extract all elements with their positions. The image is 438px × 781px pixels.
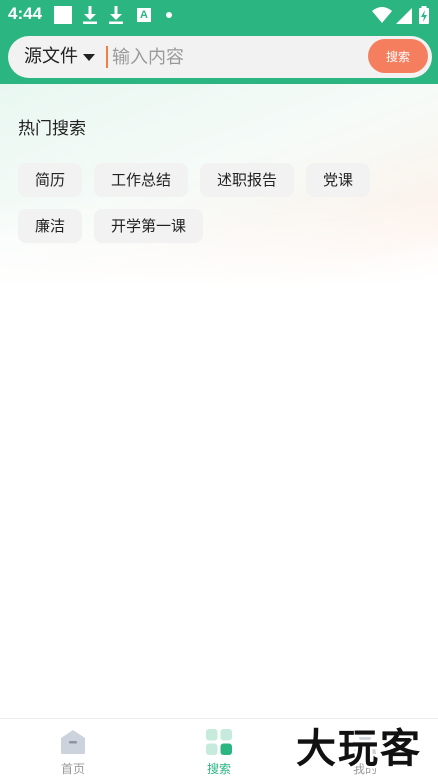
text-cursor (106, 46, 108, 68)
source-dropdown-label: 源文件 (24, 46, 78, 67)
hot-search-tag[interactable]: 简历 (18, 163, 83, 197)
hot-search-tag[interactable]: 开学第一课 (94, 209, 204, 243)
a-icon: A (137, 8, 151, 22)
hot-search-tag[interactable]: 述职报告 (200, 163, 295, 197)
svg-text:大玩客: 大玩客 (296, 726, 422, 772)
hot-search-tag[interactable]: 党课 (306, 163, 371, 197)
hot-search-tag[interactable]: 廉洁 (18, 209, 83, 243)
nav-search-label: 搜索 (206, 762, 231, 776)
wifi-icon (372, 7, 392, 23)
watermark-logo: 大玩客 大玩客 (296, 724, 423, 773)
hot-search-tags: 简历 工作总结 述职报告 党课 廉洁 开学第一课 (18, 163, 422, 243)
search-bar: 源文件 搜索 (8, 36, 432, 78)
caret-down-icon (83, 53, 95, 61)
notification-square-icon (54, 6, 72, 24)
download-icon (109, 6, 123, 24)
home-icon (61, 730, 85, 754)
nav-search[interactable]: 搜索 (146, 719, 292, 781)
download-icon (83, 6, 97, 24)
dot-icon (166, 12, 172, 18)
search-input[interactable] (112, 42, 362, 72)
status-bar: 4:44 A (0, 0, 438, 30)
hot-search-title: 热门搜索 (18, 119, 86, 139)
signal-icon (396, 8, 412, 24)
search-grid-icon (206, 729, 232, 755)
source-dropdown[interactable]: 源文件 (24, 44, 95, 70)
hot-search-tag[interactable]: 工作总结 (94, 163, 189, 197)
search-button[interactable]: 搜索 (368, 39, 428, 73)
nav-home-label: 首页 (60, 762, 85, 776)
battery-icon (419, 6, 429, 24)
status-time: 4:44 (8, 4, 43, 23)
nav-home[interactable]: 首页 (0, 719, 146, 781)
